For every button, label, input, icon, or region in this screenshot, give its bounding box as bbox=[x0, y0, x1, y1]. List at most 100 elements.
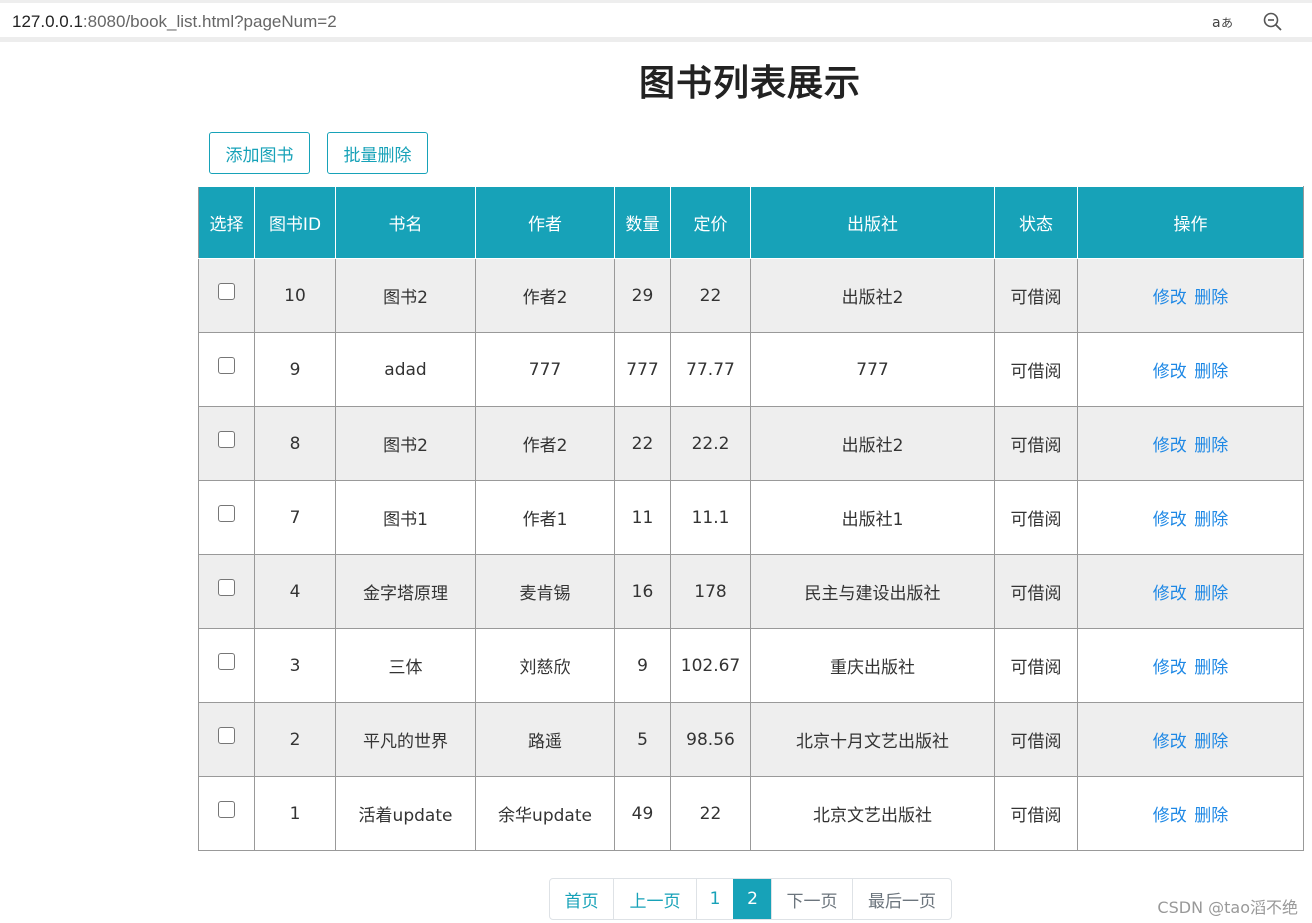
author-cell: 刘慈欣 bbox=[475, 628, 615, 703]
header-select: 选择 bbox=[198, 186, 255, 259]
author-cell: 路遥 bbox=[475, 702, 615, 777]
table-header-row: 选择 图书ID 书名 作者 数量 定价 出版社 状态 操作 bbox=[198, 186, 1304, 259]
book-table: 选择 图书ID 书名 作者 数量 定价 出版社 状态 操作 10 图书2 作者2… bbox=[198, 186, 1304, 851]
delete-link[interactable]: 删除 bbox=[1194, 436, 1228, 456]
select-cell bbox=[198, 776, 255, 851]
delete-link[interactable]: 删除 bbox=[1194, 362, 1228, 382]
row-checkbox[interactable] bbox=[218, 283, 235, 300]
row-checkbox[interactable] bbox=[218, 579, 235, 596]
select-cell bbox=[198, 332, 255, 407]
price-cell: 98.56 bbox=[670, 702, 751, 777]
status-cell: 可借阅 bbox=[994, 258, 1078, 333]
count-cell: 777 bbox=[614, 332, 671, 407]
delete-link[interactable]: 删除 bbox=[1194, 584, 1228, 604]
publisher-cell: 出版社2 bbox=[750, 406, 995, 481]
price-cell: 102.67 bbox=[670, 628, 751, 703]
row-checkbox[interactable] bbox=[218, 801, 235, 818]
author-cell: 作者2 bbox=[475, 258, 615, 333]
book-name-cell: 三体 bbox=[335, 628, 476, 703]
publisher-cell: 777 bbox=[750, 332, 995, 407]
count-cell: 11 bbox=[614, 480, 671, 555]
header-book-name: 书名 bbox=[335, 186, 476, 259]
publisher-cell: 北京十月文艺出版社 bbox=[750, 702, 995, 777]
select-cell bbox=[198, 258, 255, 333]
status-cell: 可借阅 bbox=[994, 406, 1078, 481]
count-cell: 22 bbox=[614, 406, 671, 481]
price-cell: 11.1 bbox=[670, 480, 751, 555]
edit-link[interactable]: 修改 bbox=[1153, 658, 1187, 678]
edit-link[interactable]: 修改 bbox=[1153, 510, 1187, 530]
browser-address-bar[interactable]: 127.0.0.1:8080/book_list.html?pageNum=2 … bbox=[0, 0, 1312, 42]
book-id-cell: 3 bbox=[254, 628, 336, 703]
select-cell bbox=[198, 628, 255, 703]
author-cell: 余华update bbox=[475, 776, 615, 851]
first-page-link[interactable]: 首页 bbox=[550, 879, 613, 919]
edit-link[interactable]: 修改 bbox=[1153, 436, 1187, 456]
header-publisher: 出版社 bbox=[750, 186, 995, 259]
url-path: :8080/book_list.html?pageNum=2 bbox=[82, 12, 337, 31]
publisher-cell: 出版社1 bbox=[750, 480, 995, 555]
edit-link[interactable]: 修改 bbox=[1153, 732, 1187, 752]
header-price: 定价 bbox=[670, 186, 751, 259]
actions-cell: 修改 删除 bbox=[1077, 702, 1304, 777]
next-page-link[interactable]: 下一页 bbox=[771, 879, 852, 919]
edit-link[interactable]: 修改 bbox=[1153, 362, 1187, 382]
book-name-cell: 平凡的世界 bbox=[335, 702, 476, 777]
book-name-cell: adad bbox=[335, 332, 476, 407]
read-aloud-icon[interactable]: a あ bbox=[1211, 11, 1233, 33]
zoom-out-icon[interactable] bbox=[1262, 11, 1284, 33]
delete-link[interactable]: 删除 bbox=[1194, 288, 1228, 308]
publisher-cell: 北京文艺出版社 bbox=[750, 776, 995, 851]
edit-link[interactable]: 修改 bbox=[1153, 288, 1187, 308]
actions-cell: 修改 删除 bbox=[1077, 480, 1304, 555]
svg-text:a: a bbox=[1212, 15, 1221, 31]
header-status: 状态 bbox=[994, 186, 1078, 259]
edit-link[interactable]: 修改 bbox=[1153, 806, 1187, 826]
row-checkbox[interactable] bbox=[218, 653, 235, 670]
page-title: 图书列表展示 bbox=[638, 63, 861, 104]
status-cell: 可借阅 bbox=[994, 776, 1078, 851]
row-checkbox[interactable] bbox=[218, 727, 235, 744]
add-book-button[interactable]: 添加图书 bbox=[209, 132, 310, 174]
delete-link[interactable]: 删除 bbox=[1194, 732, 1228, 752]
book-name-cell: 图书2 bbox=[335, 406, 476, 481]
row-checkbox[interactable] bbox=[218, 357, 235, 374]
actions-cell: 修改 删除 bbox=[1077, 628, 1304, 703]
prev-page-link[interactable]: 上一页 bbox=[613, 879, 696, 919]
edit-link[interactable]: 修改 bbox=[1153, 584, 1187, 604]
row-checkbox[interactable] bbox=[218, 431, 235, 448]
row-checkbox[interactable] bbox=[218, 505, 235, 522]
book-name-cell: 活着update bbox=[335, 776, 476, 851]
status-cell: 可借阅 bbox=[994, 332, 1078, 407]
author-cell: 作者2 bbox=[475, 406, 615, 481]
header-book-id: 图书ID bbox=[254, 186, 336, 259]
pagination: 首页 上一页 1 2 下一页 最后一页 bbox=[549, 878, 952, 920]
status-cell: 可借阅 bbox=[994, 702, 1078, 777]
batch-delete-button[interactable]: 批量删除 bbox=[327, 132, 428, 174]
last-page-link[interactable]: 最后一页 bbox=[852, 879, 951, 919]
publisher-cell: 重庆出版社 bbox=[750, 628, 995, 703]
actions-cell: 修改 删除 bbox=[1077, 554, 1304, 629]
price-cell: 178 bbox=[670, 554, 751, 629]
delete-link[interactable]: 删除 bbox=[1194, 806, 1228, 826]
url-text[interactable]: 127.0.0.1:8080/book_list.html?pageNum=2 bbox=[12, 12, 337, 32]
price-cell: 77.77 bbox=[670, 332, 751, 407]
book-id-cell: 7 bbox=[254, 480, 336, 555]
header-count: 数量 bbox=[614, 186, 671, 259]
svg-text:あ: あ bbox=[1221, 16, 1233, 30]
table-row: 1 活着update 余华update 49 22 北京文艺出版社 可借阅 修改… bbox=[198, 776, 1304, 851]
actions-cell: 修改 删除 bbox=[1077, 258, 1304, 333]
page-link-2[interactable]: 2 bbox=[733, 879, 771, 919]
delete-link[interactable]: 删除 bbox=[1194, 658, 1228, 678]
page-link-1[interactable]: 1 bbox=[696, 879, 733, 919]
status-cell: 可借阅 bbox=[994, 554, 1078, 629]
actions-cell: 修改 删除 bbox=[1077, 406, 1304, 481]
book-id-cell: 2 bbox=[254, 702, 336, 777]
author-cell: 777 bbox=[475, 332, 615, 407]
publisher-cell: 出版社2 bbox=[750, 258, 995, 333]
book-id-cell: 4 bbox=[254, 554, 336, 629]
book-id-cell: 8 bbox=[254, 406, 336, 481]
table-row: 3 三体 刘慈欣 9 102.67 重庆出版社 可借阅 修改 删除 bbox=[198, 628, 1304, 703]
delete-link[interactable]: 删除 bbox=[1194, 510, 1228, 530]
table-row: 10 图书2 作者2 29 22 出版社2 可借阅 修改 删除 bbox=[198, 258, 1304, 333]
